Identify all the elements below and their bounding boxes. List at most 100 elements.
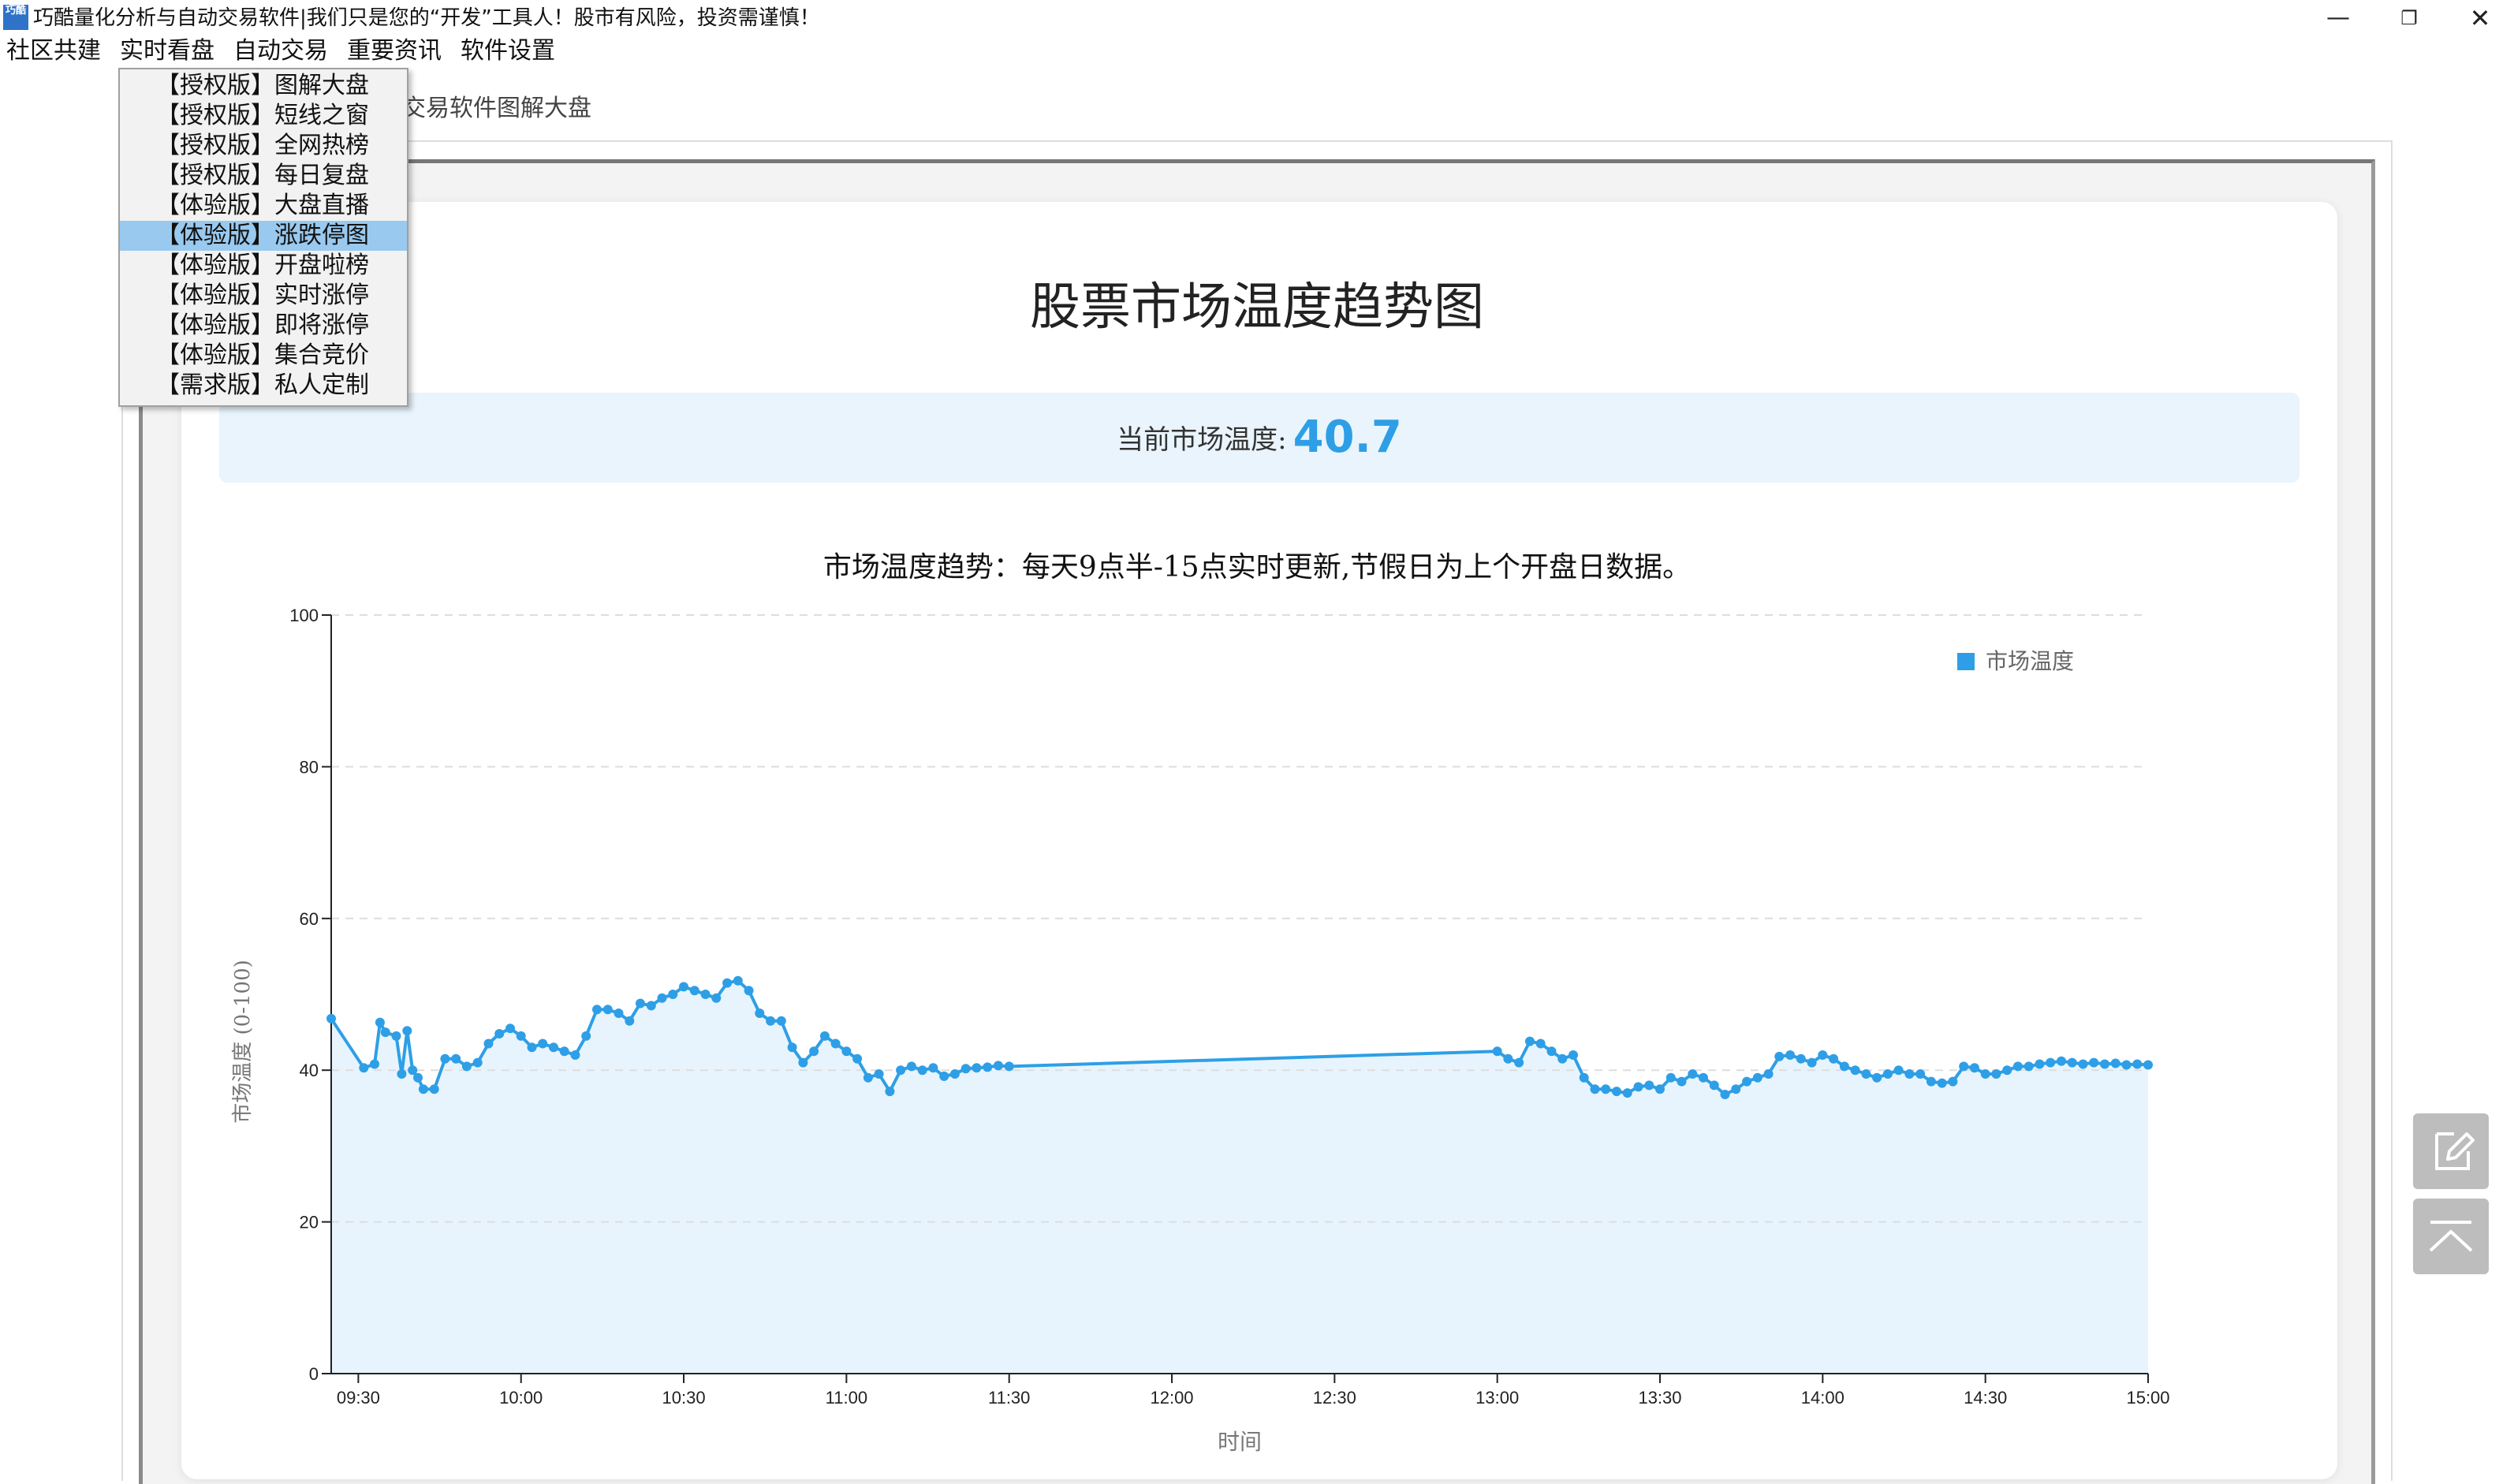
data-point (863, 1072, 873, 1083)
back-to-top-button[interactable] (2413, 1199, 2489, 1274)
data-point (2067, 1057, 2077, 1068)
data-point (809, 1046, 819, 1057)
data-point (1688, 1069, 1698, 1079)
data-point (391, 1031, 401, 1041)
data-point (418, 1084, 428, 1094)
x-tick-label: 10:30 (662, 1388, 706, 1408)
data-point (516, 1031, 526, 1041)
data-point (402, 1026, 412, 1036)
data-point (483, 1038, 494, 1049)
legend-swatch (1957, 653, 1975, 670)
data-point (359, 1063, 369, 1073)
data-point (852, 1053, 863, 1064)
data-point (2078, 1059, 2088, 1069)
x-tick-label: 14:30 (1964, 1388, 2007, 1408)
data-point (1677, 1076, 1687, 1087)
data-point (1709, 1080, 1719, 1091)
data-point (960, 1064, 971, 1074)
data-point (679, 982, 688, 992)
edit-button[interactable] (2413, 1113, 2489, 1189)
data-point (949, 1069, 960, 1079)
data-point (1915, 1069, 1926, 1079)
data-point (776, 1016, 786, 1026)
data-point (1525, 1036, 1535, 1046)
data-point (657, 993, 667, 1003)
data-point (766, 1016, 776, 1026)
data-point (755, 1009, 765, 1018)
data-point (413, 1072, 423, 1083)
data-point (1763, 1069, 1774, 1079)
dropdown-item[interactable]: 【体验版】开盘啦榜 (120, 251, 407, 281)
data-point (668, 990, 678, 999)
y-tick-label: 100 (289, 606, 319, 625)
data-point (700, 990, 711, 999)
dropdown-item[interactable]: 【授权版】短线之窗 (120, 101, 407, 131)
data-point (1796, 1053, 1806, 1064)
data-point (1991, 1069, 2001, 1079)
y-tick-label: 0 (309, 1364, 319, 1384)
dropdown-item[interactable]: 【体验版】集合竞价 (120, 341, 407, 371)
dropdown-item[interactable]: 【体验版】大盘直播 (120, 191, 407, 221)
data-point (1904, 1069, 1915, 1079)
dropdown-item[interactable]: 【体验版】涨跌停图 (120, 221, 407, 251)
x-axis-title: 时间 (1218, 1429, 1262, 1455)
data-point (830, 1038, 841, 1049)
x-tick-label: 14:00 (1801, 1388, 1844, 1408)
data-point (602, 1005, 613, 1015)
data-point (972, 1063, 982, 1073)
data-point (397, 1069, 407, 1079)
data-point (370, 1059, 379, 1069)
data-point (1622, 1088, 1632, 1098)
data-point (326, 1013, 336, 1024)
dropdown-item[interactable]: 【授权版】全网热榜 (120, 131, 407, 161)
data-point (787, 1042, 797, 1053)
data-point (549, 1042, 558, 1053)
data-point (625, 1016, 635, 1026)
back-to-top-icon (2429, 1221, 2473, 1252)
dropdown-item[interactable]: 【需求版】私人定制 (120, 371, 407, 401)
x-tick-label: 13:00 (1475, 1388, 1519, 1408)
data-point (1579, 1072, 1589, 1083)
x-tick-label: 15:00 (2126, 1388, 2169, 1408)
dropdown-item[interactable]: 【授权版】图解大盘 (120, 71, 407, 101)
data-point (1514, 1057, 1524, 1068)
data-point (527, 1042, 537, 1053)
data-point (2121, 1060, 2132, 1070)
data-point (939, 1071, 949, 1081)
y-tick-label: 60 (300, 909, 319, 929)
data-point (993, 1061, 1003, 1071)
data-point (2002, 1065, 2012, 1076)
legend-label: 市场温度 (1986, 648, 2074, 674)
dropdown-item[interactable]: 【体验版】实时涨停 (120, 281, 407, 311)
dropdown-item[interactable]: 【授权版】每日复盘 (120, 161, 407, 191)
data-point (1774, 1051, 1785, 1061)
data-point (1785, 1050, 1796, 1060)
data-point (722, 978, 733, 988)
data-point (1665, 1072, 1676, 1083)
data-point (1546, 1046, 1557, 1057)
data-point (461, 1061, 472, 1072)
x-tick-label: 11:30 (988, 1388, 1030, 1408)
data-point (559, 1046, 569, 1057)
data-point (1937, 1078, 1947, 1088)
data-point (744, 986, 754, 996)
data-point (2035, 1059, 2045, 1069)
data-point (689, 986, 699, 996)
dropdown-item[interactable]: 【体验版】即将涨停 (120, 311, 407, 341)
data-point (1948, 1076, 1958, 1087)
x-tick-label: 10:00 (499, 1388, 543, 1408)
data-point (2132, 1059, 2143, 1069)
data-point (1752, 1072, 1762, 1083)
series-area (331, 980, 2148, 1374)
data-point (2089, 1057, 2099, 1068)
data-point (1850, 1065, 1860, 1076)
data-point (819, 1031, 830, 1041)
data-point (2046, 1057, 2056, 1068)
x-tick-label: 09:30 (337, 1388, 380, 1408)
data-point (2110, 1058, 2120, 1068)
data-point (733, 975, 743, 986)
data-point (1882, 1069, 1893, 1079)
y-tick-label: 20 (300, 1213, 319, 1232)
edit-icon (2435, 1132, 2475, 1170)
data-point (1839, 1061, 1849, 1072)
